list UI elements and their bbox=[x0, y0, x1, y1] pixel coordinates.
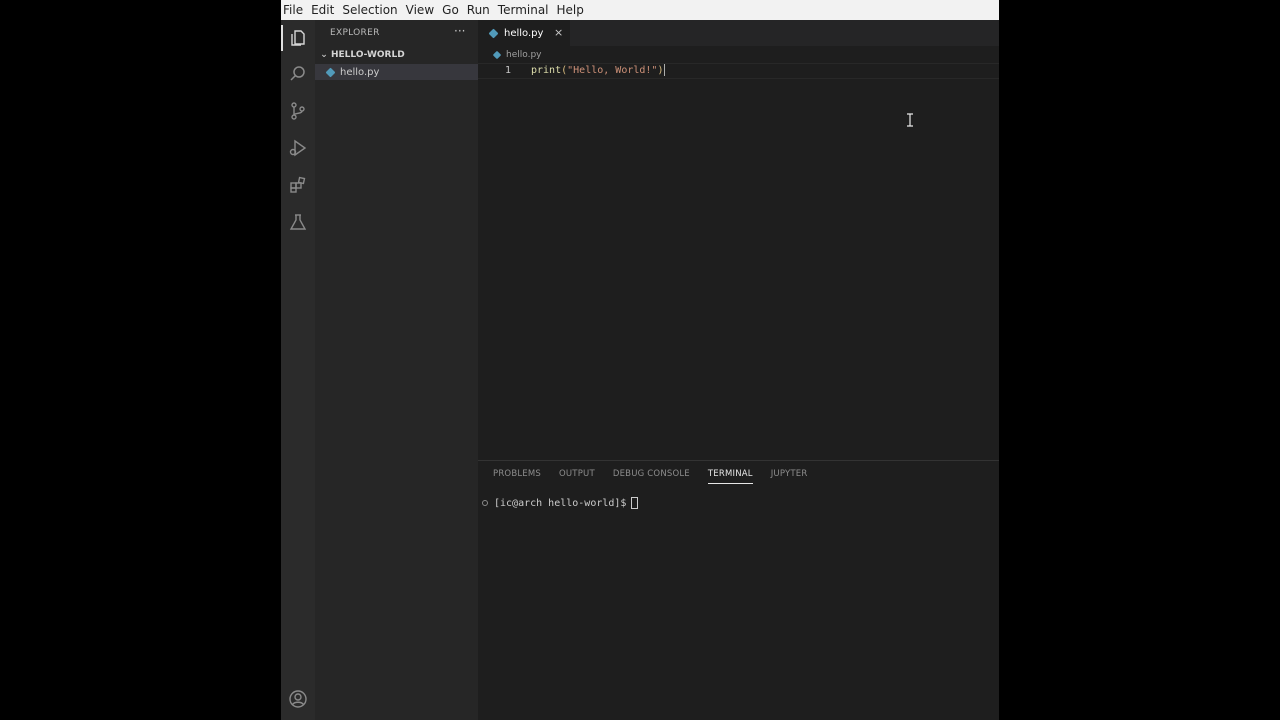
terminal-line[interactable]: [ic@arch hello-world]$ bbox=[482, 496, 639, 510]
file-label: hello.py bbox=[340, 66, 380, 78]
python-file-icon bbox=[488, 28, 499, 38]
python-file-icon bbox=[325, 67, 336, 77]
folder-hello-world[interactable]: ⌄ HELLO-WORLD bbox=[315, 47, 478, 63]
bottom-panel: PROBLEMS OUTPUT DEBUG CONSOLE TERMINAL J… bbox=[478, 460, 999, 720]
menu-run[interactable]: Run bbox=[463, 0, 494, 20]
vscode-window: File Edit Selection View Go Run Terminal… bbox=[281, 0, 999, 720]
more-actions-button[interactable]: ··· bbox=[454, 24, 465, 38]
extensions-icon[interactable] bbox=[281, 168, 315, 202]
menu-terminal[interactable]: Terminal bbox=[494, 0, 553, 20]
source-control-icon[interactable] bbox=[281, 94, 315, 128]
activity-bar bbox=[281, 20, 315, 720]
tab-terminal[interactable]: TERMINAL bbox=[699, 461, 762, 487]
terminal-cursor bbox=[631, 497, 639, 509]
tab-hello-py[interactable]: hello.py × bbox=[478, 20, 570, 46]
menu-bar: File Edit Selection View Go Run Terminal… bbox=[281, 0, 999, 20]
code-text[interactable]: print("Hello, World!") bbox=[531, 64, 666, 78]
menu-view[interactable]: View bbox=[402, 0, 438, 20]
run-debug-icon[interactable] bbox=[281, 131, 315, 165]
files-icon[interactable] bbox=[281, 21, 315, 55]
ibeam-cursor-icon bbox=[907, 113, 913, 127]
chevron-down-icon: ⌄ bbox=[320, 50, 328, 60]
line-number: 1 bbox=[504, 65, 511, 76]
code-function: print bbox=[531, 65, 562, 76]
terminal-prompt: [ic@arch hello-world]$ bbox=[494, 497, 627, 509]
tab-output[interactable]: OUTPUT bbox=[550, 461, 604, 487]
folder-label: HELLO-WORLD bbox=[331, 50, 405, 60]
close-icon[interactable]: × bbox=[554, 26, 563, 39]
menu-go[interactable]: Go bbox=[438, 0, 463, 20]
code-string: "Hello, World!" bbox=[567, 65, 658, 76]
python-file-icon bbox=[492, 50, 502, 60]
menu-edit[interactable]: Edit bbox=[307, 0, 338, 20]
file-item-hello-py[interactable]: hello.py bbox=[315, 64, 478, 80]
sidebar-title: EXPLORER bbox=[330, 28, 380, 38]
panel-tabs: PROBLEMS OUTPUT DEBUG CONSOLE TERMINAL J… bbox=[478, 461, 816, 487]
menu-file[interactable]: File bbox=[281, 0, 307, 20]
account-icon[interactable] bbox=[281, 682, 315, 716]
explorer-sidebar: EXPLORER ··· ⌄ HELLO-WORLD hello.py bbox=[315, 20, 478, 720]
testing-icon[interactable] bbox=[281, 205, 315, 239]
code-close-paren: ) bbox=[657, 65, 664, 76]
tab-jupyter[interactable]: JUPYTER bbox=[762, 461, 817, 487]
tab-label: hello.py bbox=[504, 27, 544, 39]
text-caret bbox=[664, 64, 666, 76]
editor-area: hello.py × hello.py 1 print("Hello, Worl… bbox=[478, 20, 999, 460]
code-line[interactable]: 1 print("Hello, World!") bbox=[478, 63, 999, 79]
menu-help[interactable]: Help bbox=[553, 0, 588, 20]
tab-problems[interactable]: PROBLEMS bbox=[478, 461, 550, 487]
search-icon[interactable] bbox=[281, 57, 315, 91]
circle-icon bbox=[482, 500, 488, 506]
breadcrumb[interactable]: hello.py bbox=[478, 47, 542, 63]
breadcrumb-file[interactable]: hello.py bbox=[506, 50, 542, 60]
editor-tab-strip: hello.py × bbox=[478, 20, 999, 46]
menu-selection[interactable]: Selection bbox=[338, 0, 401, 20]
tab-debug-console[interactable]: DEBUG CONSOLE bbox=[604, 461, 699, 487]
